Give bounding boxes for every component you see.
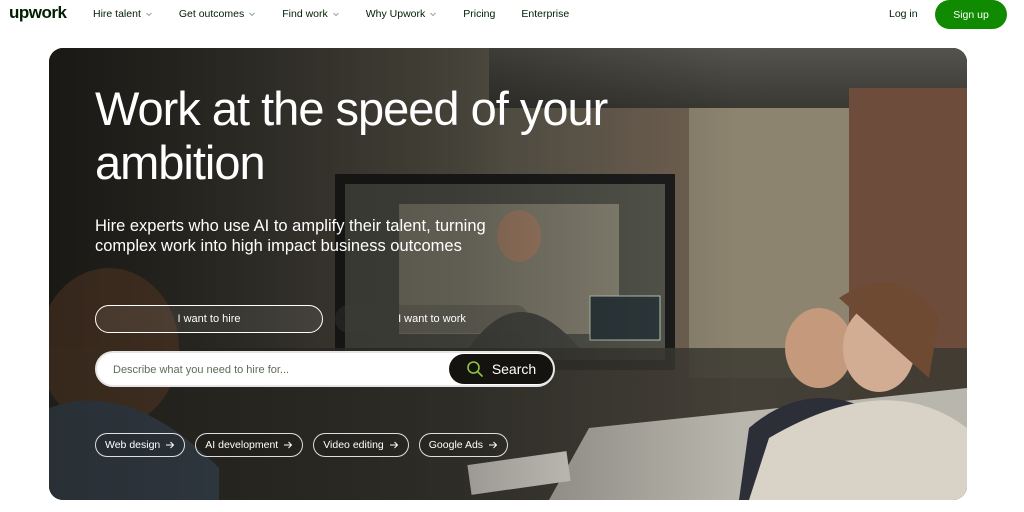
arrow-right-icon [389, 441, 398, 449]
arrow-right-icon [284, 441, 293, 449]
nav-find-work-label: Find work [282, 8, 328, 20]
hire-work-toggle: I want to hire I want to work [95, 305, 529, 333]
signup-button[interactable]: Sign up [935, 0, 1007, 29]
chevron-down-icon [332, 12, 339, 17]
chip-label: Video editing [323, 439, 384, 451]
nav-hire-talent[interactable]: Hire talent [93, 8, 153, 20]
chip-video-editing[interactable]: Video editing [313, 433, 409, 457]
search-button-label: Search [491, 361, 537, 377]
hero-title: Work at the speed of your ambition [95, 82, 608, 189]
top-navigation-bar: upwork Hire talent Get outcomes Find wor… [0, 0, 1024, 30]
chip-web-design[interactable]: Web design [95, 433, 186, 457]
nav-hire-talent-label: Hire talent [93, 8, 141, 20]
hero-banner: Work at the speed of your ambition Hire … [49, 48, 967, 500]
nav-pricing-label: Pricing [463, 8, 496, 20]
search-input[interactable] [113, 362, 433, 378]
chevron-down-icon [146, 12, 152, 17]
chip-ai-development[interactable]: AI development [195, 433, 304, 457]
search-button[interactable]: Search [449, 354, 553, 384]
login-link[interactable]: Log in [889, 8, 918, 20]
chip-label: Web design [105, 439, 161, 451]
hero-subtitle: Hire experts who use AI to amplify their… [95, 217, 486, 255]
main-nav: Hire talent Get outcomes Find work Why U… [93, 8, 595, 20]
upwork-logo[interactable]: upwork [9, 3, 67, 23]
nav-why-upwork[interactable]: Why Upwork [366, 8, 438, 20]
toggle-work-option[interactable]: I want to work [335, 305, 529, 333]
chip-google-ads[interactable]: Google Ads [418, 433, 509, 457]
nav-get-outcomes[interactable]: Get outcomes [179, 8, 256, 20]
chip-label: Google Ads [428, 439, 484, 451]
nav-find-work[interactable]: Find work [282, 8, 340, 20]
search-icon [467, 361, 483, 377]
nav-enterprise[interactable]: Enterprise [521, 8, 569, 20]
nav-pricing[interactable]: Pricing [463, 8, 495, 20]
suggestion-chips: Web design AI development Video editing … [95, 433, 509, 457]
nav-enterprise-label: Enterprise [521, 8, 570, 20]
chevron-down-icon [249, 12, 256, 17]
search-bar: Search [95, 351, 555, 387]
arrow-right-icon [166, 441, 175, 449]
chip-label: AI development [205, 439, 279, 451]
arrow-right-icon [489, 441, 498, 449]
toggle-hire-option[interactable]: I want to hire [95, 305, 323, 333]
chevron-down-icon [430, 12, 437, 17]
nav-get-outcomes-label: Get outcomes [178, 8, 245, 20]
nav-why-upwork-label: Why Upwork [365, 8, 426, 20]
